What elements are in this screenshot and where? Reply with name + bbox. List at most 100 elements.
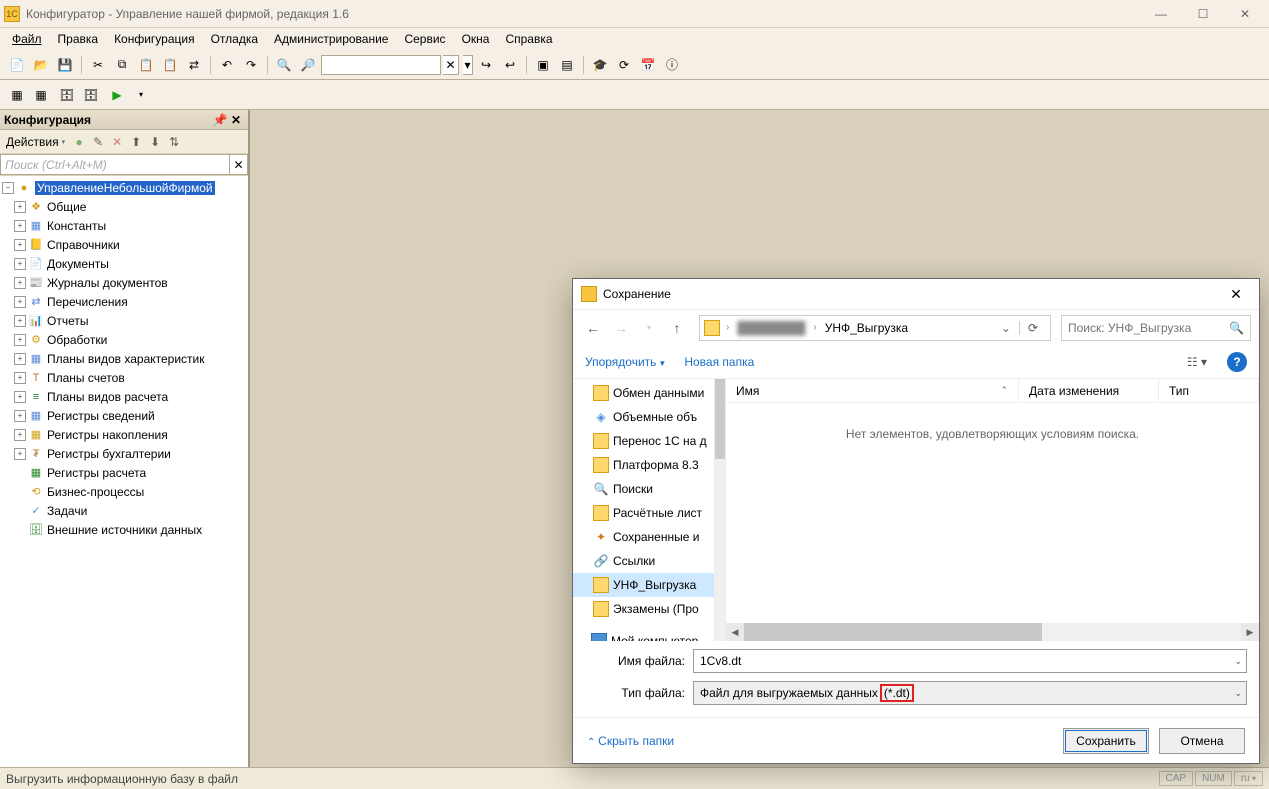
db2-icon[interactable]: 🗄 (80, 84, 102, 106)
sidebar-search-input[interactable] (0, 154, 230, 175)
nav-item[interactable]: Перенос 1С на д (573, 429, 714, 453)
find-next-icon[interactable]: 🔎 (297, 54, 319, 76)
sidebar-search-clear-icon[interactable]: ✕ (230, 154, 248, 175)
nav-item[interactable]: 🔍Поиски (573, 477, 714, 501)
save-button[interactable]: Сохранить (1063, 728, 1149, 754)
nav-history-icon[interactable]: ▾ (637, 316, 661, 340)
compare-icon[interactable]: ⇄ (183, 54, 205, 76)
dialog-close-button[interactable]: ✕ (1221, 282, 1251, 306)
tree-item[interactable]: +📰Журналы документов (0, 273, 248, 292)
delete-icon[interactable]: ✕ (108, 133, 126, 151)
config-tree[interactable]: −●УправлениеНебольшойФирмой +❖Общие +▦Ко… (0, 176, 248, 767)
view-mode-icon[interactable]: ☷ ▾ (1185, 353, 1209, 371)
redo-icon[interactable]: ↷ (240, 54, 262, 76)
menu-edit[interactable]: Правка (52, 30, 105, 48)
copy-icon[interactable]: ⧉ (111, 54, 133, 76)
menu-admin[interactable]: Администрирование (268, 30, 394, 48)
actions-dropdown-icon[interactable]: ▾ (62, 138, 70, 146)
nav-up-icon[interactable]: ↑ (665, 316, 689, 340)
tree-item[interactable]: +📄Документы (0, 254, 248, 273)
add-icon[interactable]: ● (70, 133, 88, 151)
tree-item[interactable]: +📒Справочники (0, 235, 248, 254)
nav-item[interactable]: Экзамены (Про (573, 597, 714, 621)
calendar-icon[interactable]: 📅 (637, 54, 659, 76)
tree-item[interactable]: +▦Регистры накопления (0, 425, 248, 444)
nav-item[interactable]: Расчётные лист (573, 501, 714, 525)
breadcrumb-parent[interactable]: ████████ (733, 321, 809, 335)
search-dropdown-icon[interactable]: ▾ (463, 55, 473, 75)
dialog-nav-tree[interactable]: Обмен данными ◈Объемные объ Перенос 1С н… (573, 379, 715, 641)
replace-icon[interactable]: ↩ (499, 54, 521, 76)
actions-menu[interactable]: Действия (4, 135, 61, 149)
paste-special-icon[interactable]: 📋 (159, 54, 181, 76)
syntax-icon[interactable]: 🎓 (589, 54, 611, 76)
open-icon[interactable]: 📂 (30, 54, 52, 76)
new-folder-button[interactable]: Новая папка (684, 355, 754, 369)
tree-item[interactable]: ✓Задачи (0, 501, 248, 520)
tree-item[interactable]: +📊Отчеты (0, 311, 248, 330)
nav-item[interactable]: ◈Объемные объ (573, 405, 714, 429)
tree-item[interactable]: ▦Регистры расчета (0, 463, 248, 482)
nav-scrollbar[interactable] (715, 379, 725, 641)
run-dropdown-icon[interactable]: ▾ (130, 84, 152, 106)
tree2-icon[interactable]: ▦ (30, 84, 52, 106)
find-icon[interactable]: 🔍 (273, 54, 295, 76)
help-icon[interactable]: ? (1227, 352, 1247, 372)
maximize-button[interactable]: ☐ (1183, 2, 1223, 26)
nav-item[interactable]: ✦Сохраненные и (573, 525, 714, 549)
refresh-icon[interactable]: ⟳ (1019, 321, 1046, 335)
nav-item[interactable]: Платформа 8.3 (573, 453, 714, 477)
window1-icon[interactable]: ▣ (532, 54, 554, 76)
nav-computer[interactable]: ⌄Мой компьютер (573, 629, 714, 641)
menu-debug[interactable]: Отладка (205, 30, 264, 48)
scroll-right-icon[interactable]: ▶ (1241, 623, 1259, 641)
filename-input[interactable]: 1Cv8.dt⌄ (693, 649, 1247, 673)
dropdown-icon[interactable]: ⌄ (1234, 688, 1242, 699)
nav-item-selected[interactable]: УНФ_Выгрузка (573, 573, 714, 597)
info-icon[interactable]: ⓘ (661, 54, 683, 76)
tree-item[interactable]: +▦Константы (0, 216, 248, 235)
up-icon[interactable]: ⬆ (127, 133, 145, 151)
nav-back-icon[interactable]: ← (581, 316, 605, 340)
tree-item[interactable]: +₮Регистры бухгалтерии (0, 444, 248, 463)
search-input[interactable] (321, 55, 441, 75)
dropdown-icon[interactable]: ⌄ (1234, 656, 1242, 667)
breadcrumb-dropdown-icon[interactable]: ⌄ (995, 321, 1017, 335)
menu-windows[interactable]: Окна (456, 30, 496, 48)
tree1-icon[interactable]: ▦ (6, 84, 28, 106)
db1-icon[interactable]: 🗄 (56, 84, 78, 106)
refresh-icon[interactable]: ⟳ (613, 54, 635, 76)
tree-item[interactable]: +TПланы счетов (0, 368, 248, 387)
close-button[interactable]: ✕ (1225, 2, 1265, 26)
cut-icon[interactable]: ✂ (87, 54, 109, 76)
sidebar-close-icon[interactable]: ✕ (228, 112, 244, 128)
col-date[interactable]: Дата изменения (1019, 379, 1159, 402)
tree-item[interactable]: +▦Регистры сведений (0, 406, 248, 425)
paste-icon[interactable]: 📋 (135, 54, 157, 76)
search-clear-icon[interactable]: ✕ (443, 55, 459, 75)
search-icon[interactable]: 🔍 (1229, 321, 1244, 335)
undo-icon[interactable]: ↶ (216, 54, 238, 76)
tree-item[interactable]: +▦Планы видов характеристик (0, 349, 248, 368)
dialog-search[interactable]: 🔍 (1061, 315, 1251, 341)
tree-item[interactable]: +≡Планы видов расчета (0, 387, 248, 406)
dialog-search-input[interactable] (1068, 321, 1229, 335)
filetype-combo[interactable]: Файл для выгружаемых данных (*.dt)⌄ (693, 681, 1247, 705)
minimize-button[interactable]: — (1141, 2, 1181, 26)
tree-root[interactable]: −●УправлениеНебольшойФирмой (0, 178, 248, 197)
run-icon[interactable]: ▶ (106, 84, 128, 106)
breadcrumb-current[interactable]: УНФ_Выгрузка (821, 321, 912, 335)
sort-icon[interactable]: ⇅ (165, 133, 183, 151)
tree-item[interactable]: 🗄Внешние источники данных (0, 520, 248, 539)
menu-file[interactable]: Файл (6, 30, 48, 48)
organize-button[interactable]: Упорядочить▼ (585, 355, 666, 369)
menu-service[interactable]: Сервис (398, 30, 451, 48)
col-name[interactable]: Имя⌃ (726, 379, 1019, 402)
list-hscrollbar[interactable]: ◀ ▶ (726, 623, 1259, 641)
cancel-button[interactable]: Отмена (1159, 728, 1245, 754)
goto-icon[interactable]: ↪ (475, 54, 497, 76)
col-type[interactable]: Тип (1159, 379, 1259, 402)
lang-indicator[interactable]: ru (1234, 771, 1263, 786)
new-icon[interactable]: 📄 (6, 54, 28, 76)
pin-icon[interactable]: 📌 (212, 112, 228, 128)
